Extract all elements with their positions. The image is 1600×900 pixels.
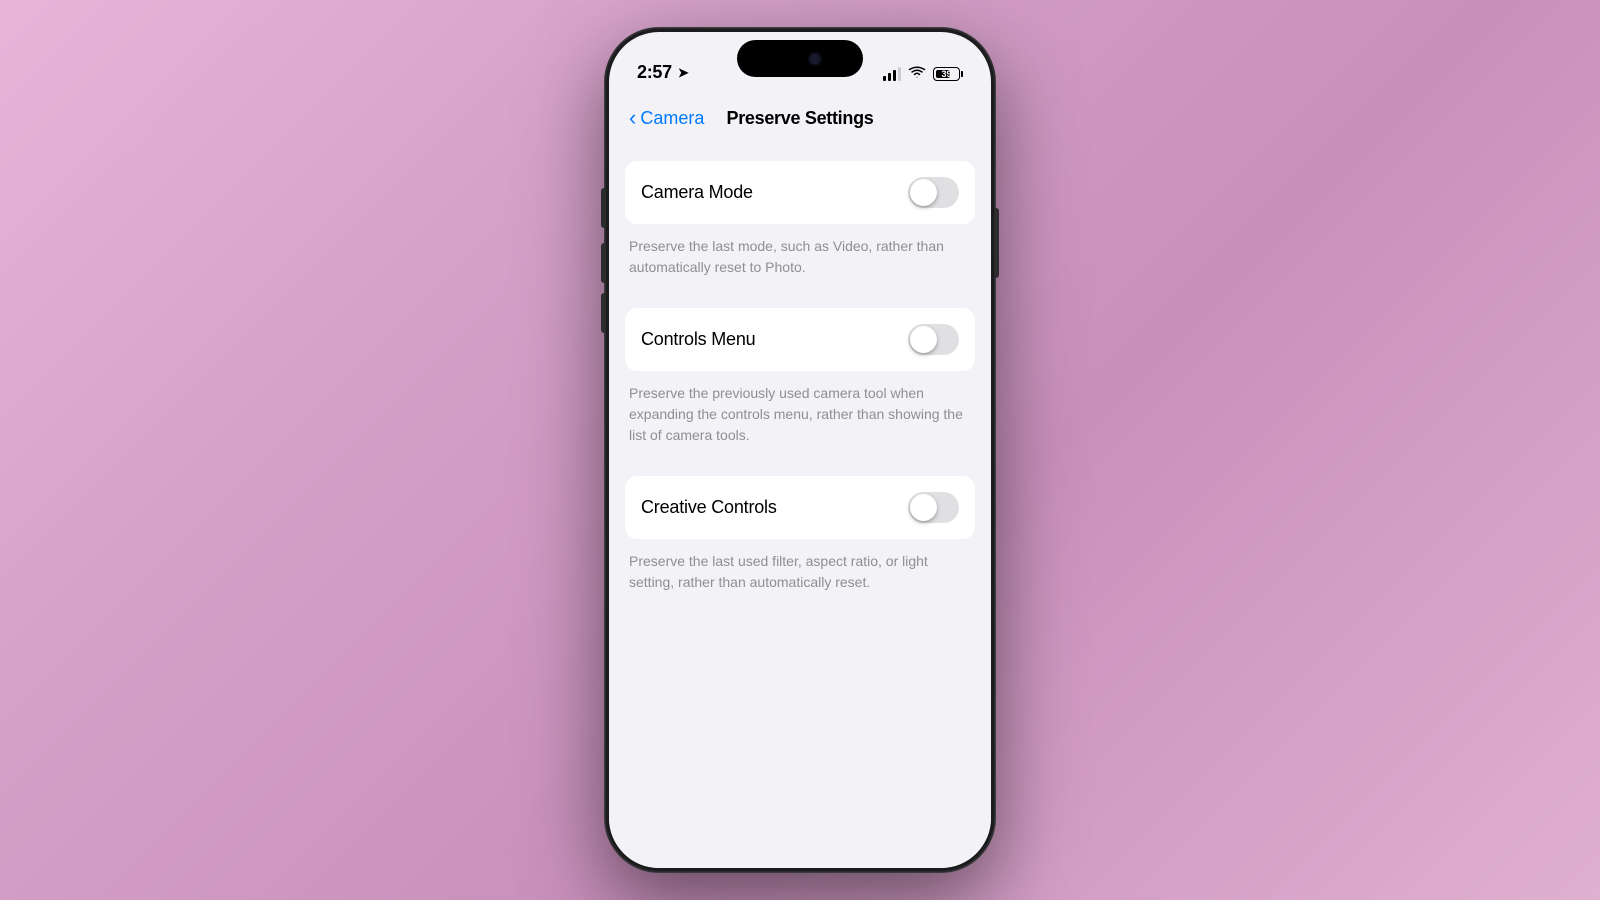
settings-content[interactable]: Camera Mode Preserve the last mode, such…: [609, 145, 991, 868]
wifi-icon: [908, 65, 926, 83]
controls-menu-description: Preserve the previously used camera tool…: [629, 379, 971, 460]
controls-menu-row: Controls Menu: [641, 308, 959, 371]
battery-percent: 39: [934, 69, 959, 79]
creative-controls-row: Creative Controls: [641, 476, 959, 539]
camera-mode-card: Camera Mode: [625, 161, 975, 224]
controls-menu-toggle[interactable]: [908, 324, 959, 355]
phone-frame: 2:57 ➤: [605, 28, 995, 872]
dynamic-island: [737, 40, 863, 77]
creative-controls-label: Creative Controls: [641, 497, 777, 518]
back-label: Camera: [640, 108, 704, 129]
creative-controls-description: Preserve the last used filter, aspect ra…: [629, 547, 971, 607]
location-icon: ➤: [678, 65, 689, 81]
battery-indicator: 39: [933, 67, 963, 81]
camera-mode-row: Camera Mode: [641, 161, 959, 224]
toggle-knob: [910, 179, 937, 206]
page-title: Preserve Settings: [727, 108, 874, 129]
camera-mode-description: Preserve the last mode, such as Video, r…: [629, 232, 971, 292]
battery-nub: [961, 71, 963, 77]
creative-controls-toggle[interactable]: [908, 492, 959, 523]
chevron-left-icon: ‹: [629, 107, 636, 129]
status-right-icons: 39: [883, 65, 963, 83]
camera-mode-toggle[interactable]: [908, 177, 959, 208]
nav-header: ‹ Camera Preserve Settings: [609, 91, 991, 145]
controls-menu-label: Controls Menu: [641, 329, 755, 350]
controls-menu-card: Controls Menu: [625, 308, 975, 371]
toggle-knob: [910, 326, 937, 353]
back-button[interactable]: ‹ Camera: [629, 108, 704, 129]
camera-mode-label: Camera Mode: [641, 182, 753, 203]
status-time: 2:57 ➤: [637, 62, 688, 83]
signal-icon: [883, 67, 901, 81]
creative-controls-card: Creative Controls: [625, 476, 975, 539]
toggle-knob: [910, 494, 937, 521]
phone-screen: 2:57 ➤: [609, 32, 991, 868]
front-camera: [810, 54, 820, 64]
time-display: 2:57: [637, 62, 672, 83]
